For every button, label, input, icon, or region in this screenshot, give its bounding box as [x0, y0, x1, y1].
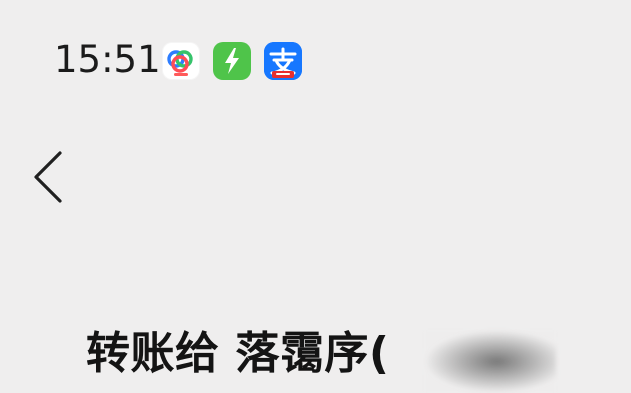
back-button[interactable] — [22, 143, 74, 211]
baidu-netdisk-icon — [162, 42, 200, 80]
status-bar: 15:51 — [0, 0, 631, 120]
alipay-icon — [264, 42, 302, 80]
status-time: 15:51 — [54, 38, 161, 81]
chevron-left-icon — [34, 151, 62, 203]
lightning-app-icon — [213, 42, 251, 80]
redacted-name-blur — [424, 330, 556, 393]
notification-icons — [162, 42, 302, 80]
